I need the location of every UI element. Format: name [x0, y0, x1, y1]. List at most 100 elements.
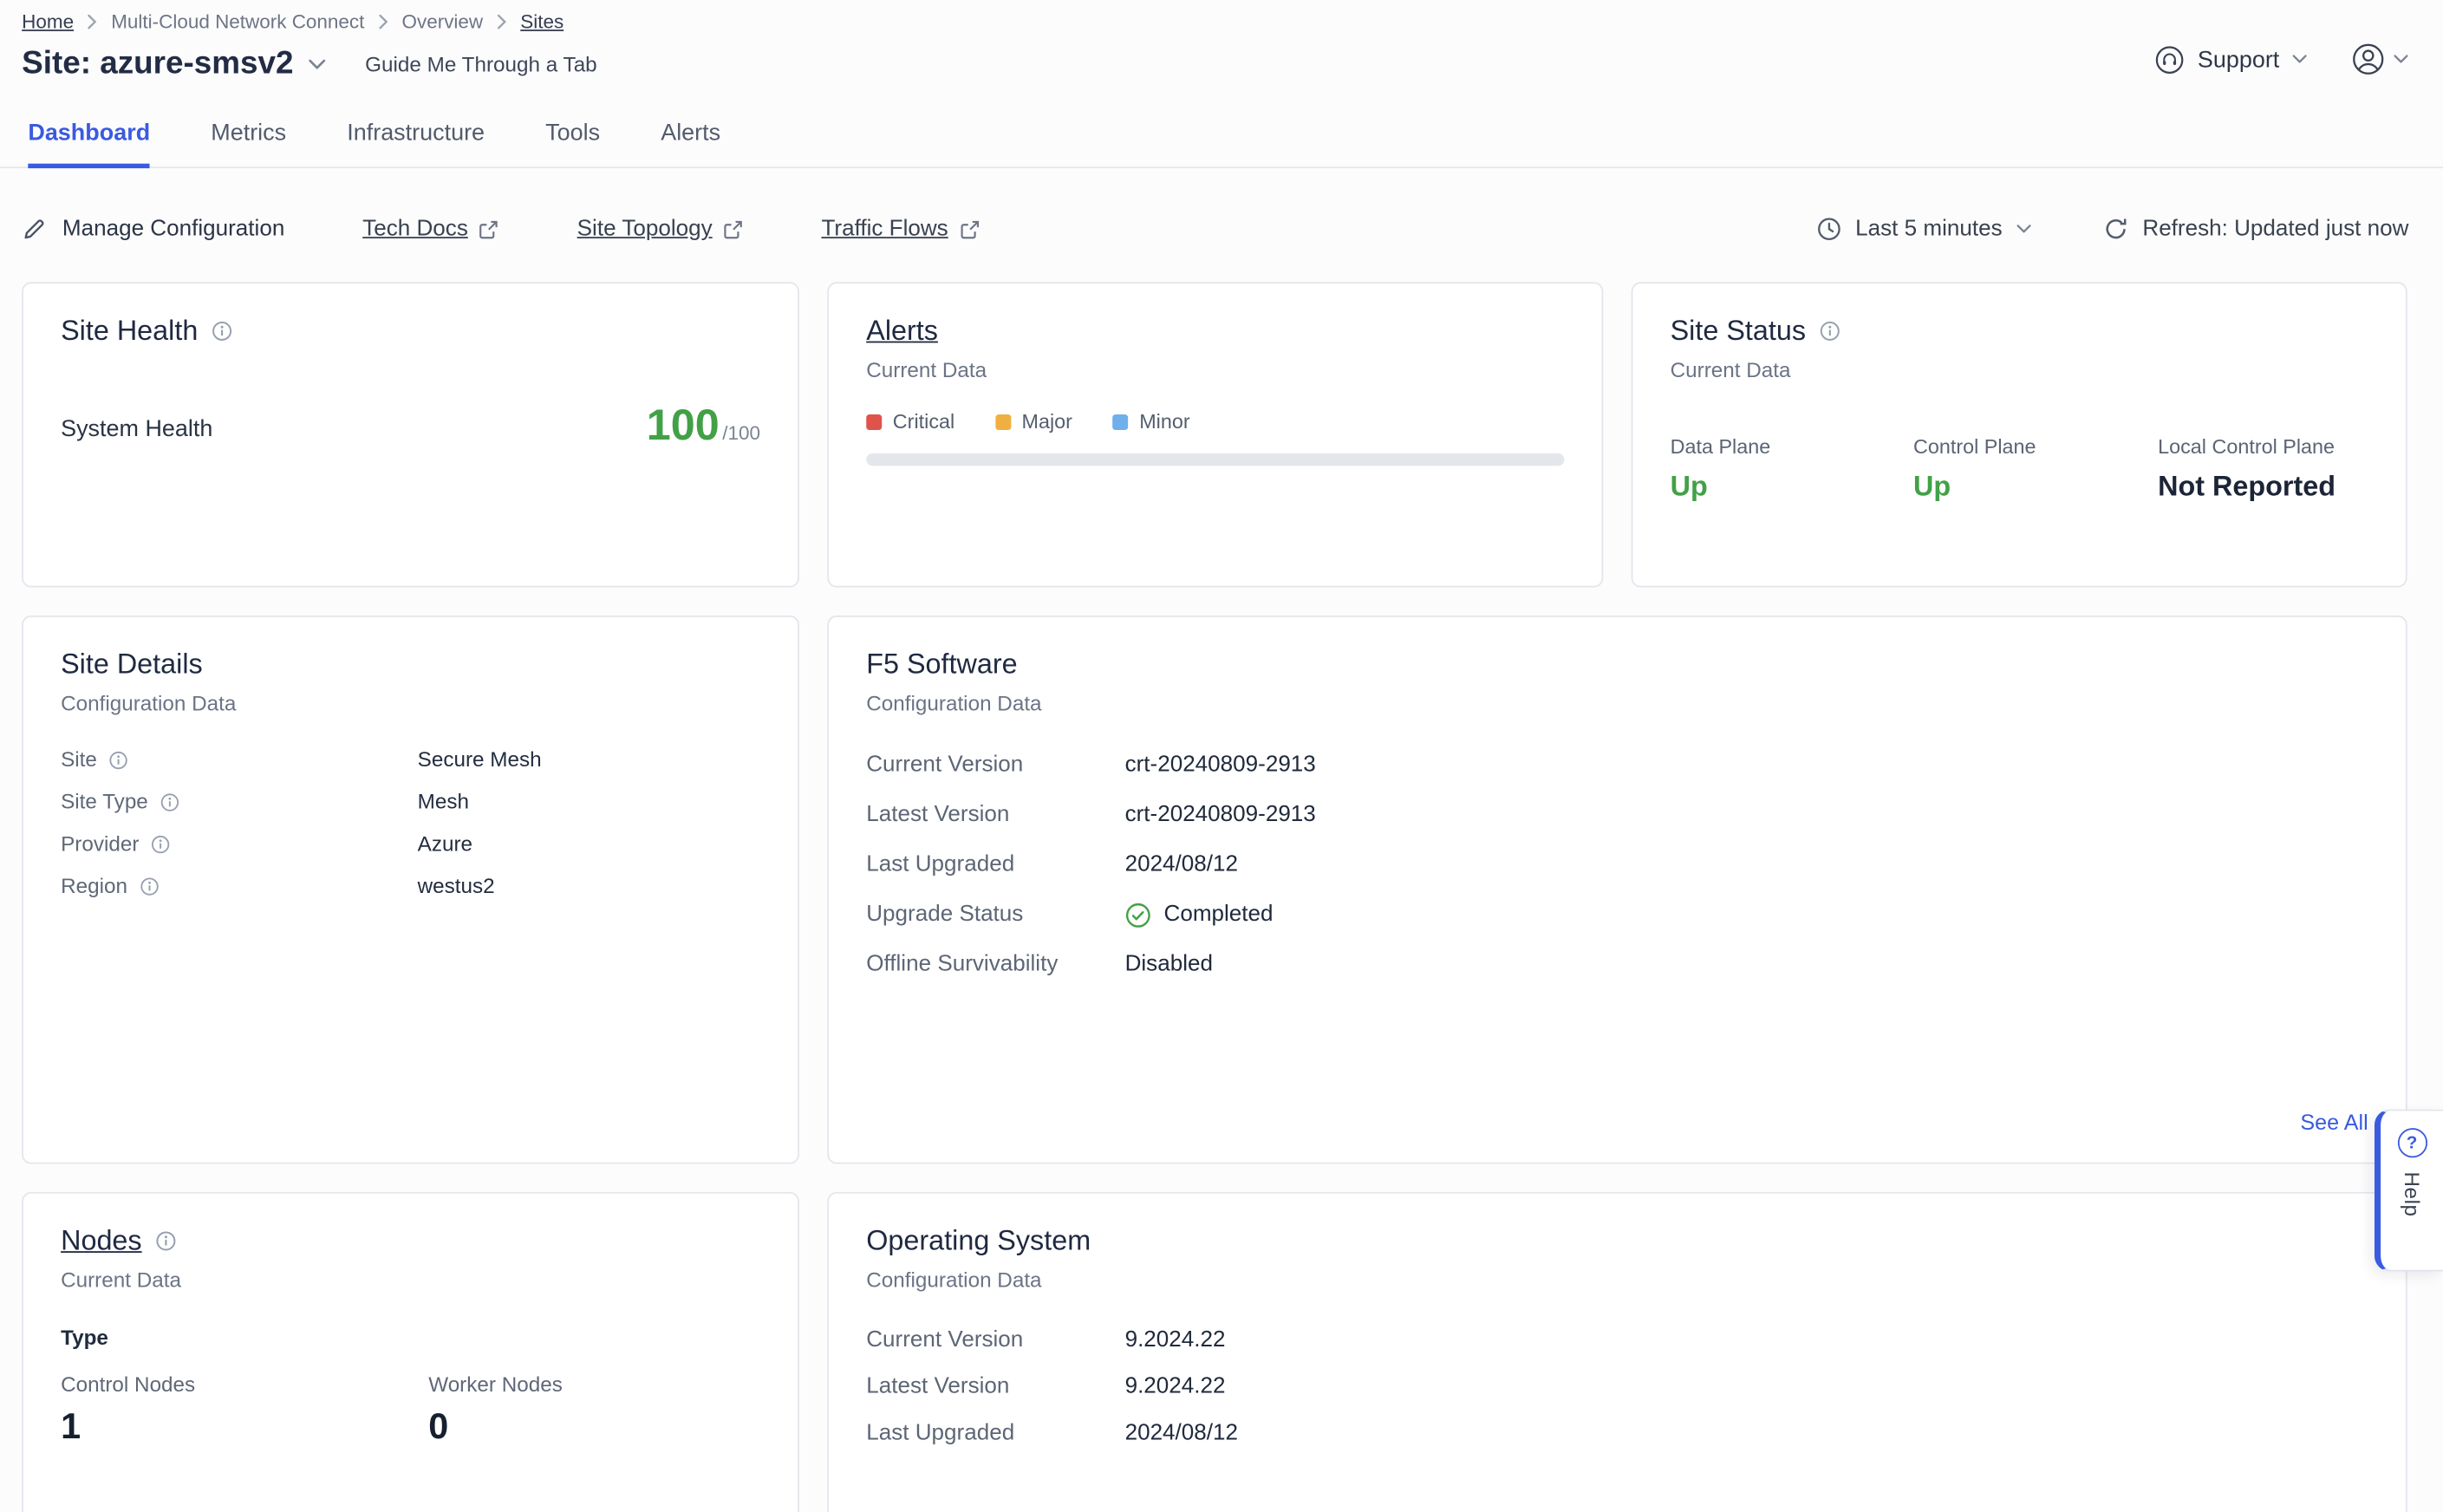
time-range-label: Last 5 minutes — [1855, 217, 2002, 242]
top-bar-right: Support — [2155, 36, 2408, 82]
offline-survivability-value: Disabled — [1125, 952, 1213, 977]
local-control-plane-label: Local Control Plane — [2158, 434, 2368, 458]
upgrade-status-value: Completed — [1164, 903, 1274, 928]
legend-item-minor: Minor — [1113, 410, 1190, 433]
info-icon[interactable] — [156, 1231, 176, 1251]
breadcrumb-overview[interactable]: Overview — [402, 11, 484, 33]
site-selector-chevron-down-icon[interactable] — [309, 58, 326, 69]
support-label: Support — [2198, 46, 2279, 73]
manage-configuration-label: Manage Configuration — [62, 217, 284, 242]
tech-docs-link[interactable]: Tech Docs — [362, 217, 499, 242]
provider-label: Provider — [61, 832, 139, 856]
breadcrumb: Home Multi-Cloud Network Connect Overvie… — [22, 11, 597, 33]
current-version-row: Current Version crt-20240809-2913 — [866, 740, 2368, 791]
tab-bar: Dashboard Metrics Infrastructure Tools A… — [0, 120, 2443, 168]
refresh-button[interactable]: Refresh: Updated just now — [2103, 217, 2408, 242]
traffic-flows-label: Traffic Flows — [821, 217, 948, 242]
guide-me-link[interactable]: Guide Me Through a Tab — [365, 52, 597, 75]
clock-icon — [1816, 217, 1841, 242]
nodes-title-link[interactable]: Nodes — [61, 1225, 142, 1258]
nodes-card: Nodes Current Data Type Control Nodes 1 … — [22, 1192, 799, 1512]
control-plane-status: Control Plane Up — [1913, 434, 2158, 503]
data-plane-value: Up — [1671, 471, 1913, 504]
current-version-value: crt-20240809-2913 — [1125, 753, 1316, 778]
chevron-right-icon — [379, 14, 388, 29]
site-status-card: Site Status Current Data Data Plane Up C… — [1632, 282, 2407, 587]
time-range-picker[interactable]: Last 5 minutes — [1816, 217, 2032, 242]
alerts-card: Alerts Current Data Critical Major Minor — [827, 282, 1603, 587]
info-icon[interactable] — [109, 750, 128, 769]
os-last-upgraded-row: Last Upgraded 2024/08/12 — [866, 1410, 2368, 1457]
f5-software-title: F5 Software — [866, 648, 1017, 681]
check-circle-icon — [1125, 902, 1152, 929]
help-tab[interactable]: ? Help — [2375, 1110, 2443, 1272]
breadcrumb-sites[interactable]: Sites — [520, 11, 564, 33]
question-circle-icon: ? — [2397, 1128, 2427, 1157]
page-title: Site: azure-smsv2 — [22, 45, 293, 82]
manage-configuration-button[interactable]: Manage Configuration — [22, 217, 284, 242]
critical-label: Critical — [893, 410, 954, 433]
latest-version-row: Latest Version crt-20240809-2913 — [866, 790, 2368, 840]
data-plane-label: Data Plane — [1671, 434, 1913, 458]
nodes-type-label: Type — [61, 1326, 760, 1349]
see-all-link[interactable]: See All — [2300, 1110, 2368, 1135]
os-last-upgraded-value: 2024/08/12 — [1125, 1421, 1238, 1446]
region-value: westus2 — [418, 874, 495, 897]
offline-survivability-row: Offline Survivability Disabled — [866, 940, 2368, 990]
avatar-icon — [2351, 42, 2386, 77]
tab-metrics[interactable]: Metrics — [211, 120, 286, 166]
operating-system-subtitle: Configuration Data — [866, 1268, 2368, 1292]
operating-system-title: Operating System — [866, 1225, 1091, 1258]
info-icon[interactable] — [152, 834, 171, 853]
top-bar-left: Home Multi-Cloud Network Connect Overvie… — [22, 11, 597, 83]
local-control-plane-status: Local Control Plane Not Reported — [2158, 434, 2368, 503]
breadcrumb-mcn[interactable]: Multi-Cloud Network Connect — [111, 11, 364, 33]
worker-nodes-value: 0 — [428, 1405, 563, 1448]
external-link-icon — [723, 219, 743, 239]
region-label: Region — [61, 874, 127, 897]
tab-alerts[interactable]: Alerts — [661, 120, 720, 166]
account-menu[interactable] — [2351, 42, 2408, 77]
refresh-label: Refresh: Updated just now — [2142, 217, 2408, 242]
support-menu[interactable]: Support — [2155, 44, 2307, 74]
local-control-plane-value: Not Reported — [2158, 471, 2368, 504]
toolbar: Manage Configuration Tech Docs Site Topo… — [0, 217, 2443, 242]
site-topology-link[interactable]: Site Topology — [577, 217, 744, 242]
os-current-version-row: Current Version 9.2024.22 — [866, 1317, 2368, 1364]
site-value: Secure Mesh — [418, 748, 542, 772]
site-row: Site Secure Mesh — [61, 739, 760, 781]
os-latest-version-label: Latest Version — [866, 1374, 1124, 1399]
f5-software-subtitle: Configuration Data — [866, 692, 2368, 715]
top-bar: Home Multi-Cloud Network Connect Overvie… — [0, 0, 2443, 82]
page: Home Multi-Cloud Network Connect Overvie… — [0, 0, 2443, 1512]
breadcrumb-home[interactable]: Home — [22, 11, 74, 33]
alerts-severity-bar — [866, 453, 1564, 466]
info-icon[interactable] — [212, 321, 232, 341]
site-health-card: Site Health System Health 100 /100 — [22, 282, 799, 587]
info-icon[interactable] — [140, 877, 159, 896]
site-type-row: Site Type Mesh — [61, 780, 760, 823]
major-label: Major — [1021, 410, 1072, 433]
alerts-title-link[interactable]: Alerts — [866, 315, 938, 348]
minor-label: Minor — [1139, 410, 1189, 433]
current-version-label: Current Version — [866, 753, 1124, 778]
info-icon[interactable] — [1820, 321, 1840, 341]
worker-nodes: Worker Nodes 0 — [428, 1372, 563, 1447]
tab-dashboard[interactable]: Dashboard — [28, 120, 150, 168]
site-status-subtitle: Current Data — [1671, 358, 2368, 381]
control-nodes-label: Control Nodes — [61, 1372, 428, 1396]
chevron-down-icon — [2292, 55, 2308, 64]
os-last-upgraded-label: Last Upgraded — [866, 1421, 1124, 1446]
legend-item-critical: Critical — [866, 410, 954, 433]
last-upgraded-value: 2024/08/12 — [1125, 852, 1238, 877]
traffic-flows-link[interactable]: Traffic Flows — [821, 217, 979, 242]
help-label: Help — [2401, 1171, 2424, 1216]
info-icon[interactable] — [160, 792, 179, 811]
os-latest-version-value: 9.2024.22 — [1125, 1374, 1226, 1399]
tab-tools[interactable]: Tools — [545, 120, 600, 166]
legend-item-major: Major — [995, 410, 1072, 433]
os-latest-version-row: Latest Version 9.2024.22 — [866, 1364, 2368, 1411]
site-details-card: Site Details Configuration Data Site Sec… — [22, 616, 799, 1164]
tab-infrastructure[interactable]: Infrastructure — [347, 120, 485, 166]
site-details-subtitle: Configuration Data — [61, 692, 760, 715]
